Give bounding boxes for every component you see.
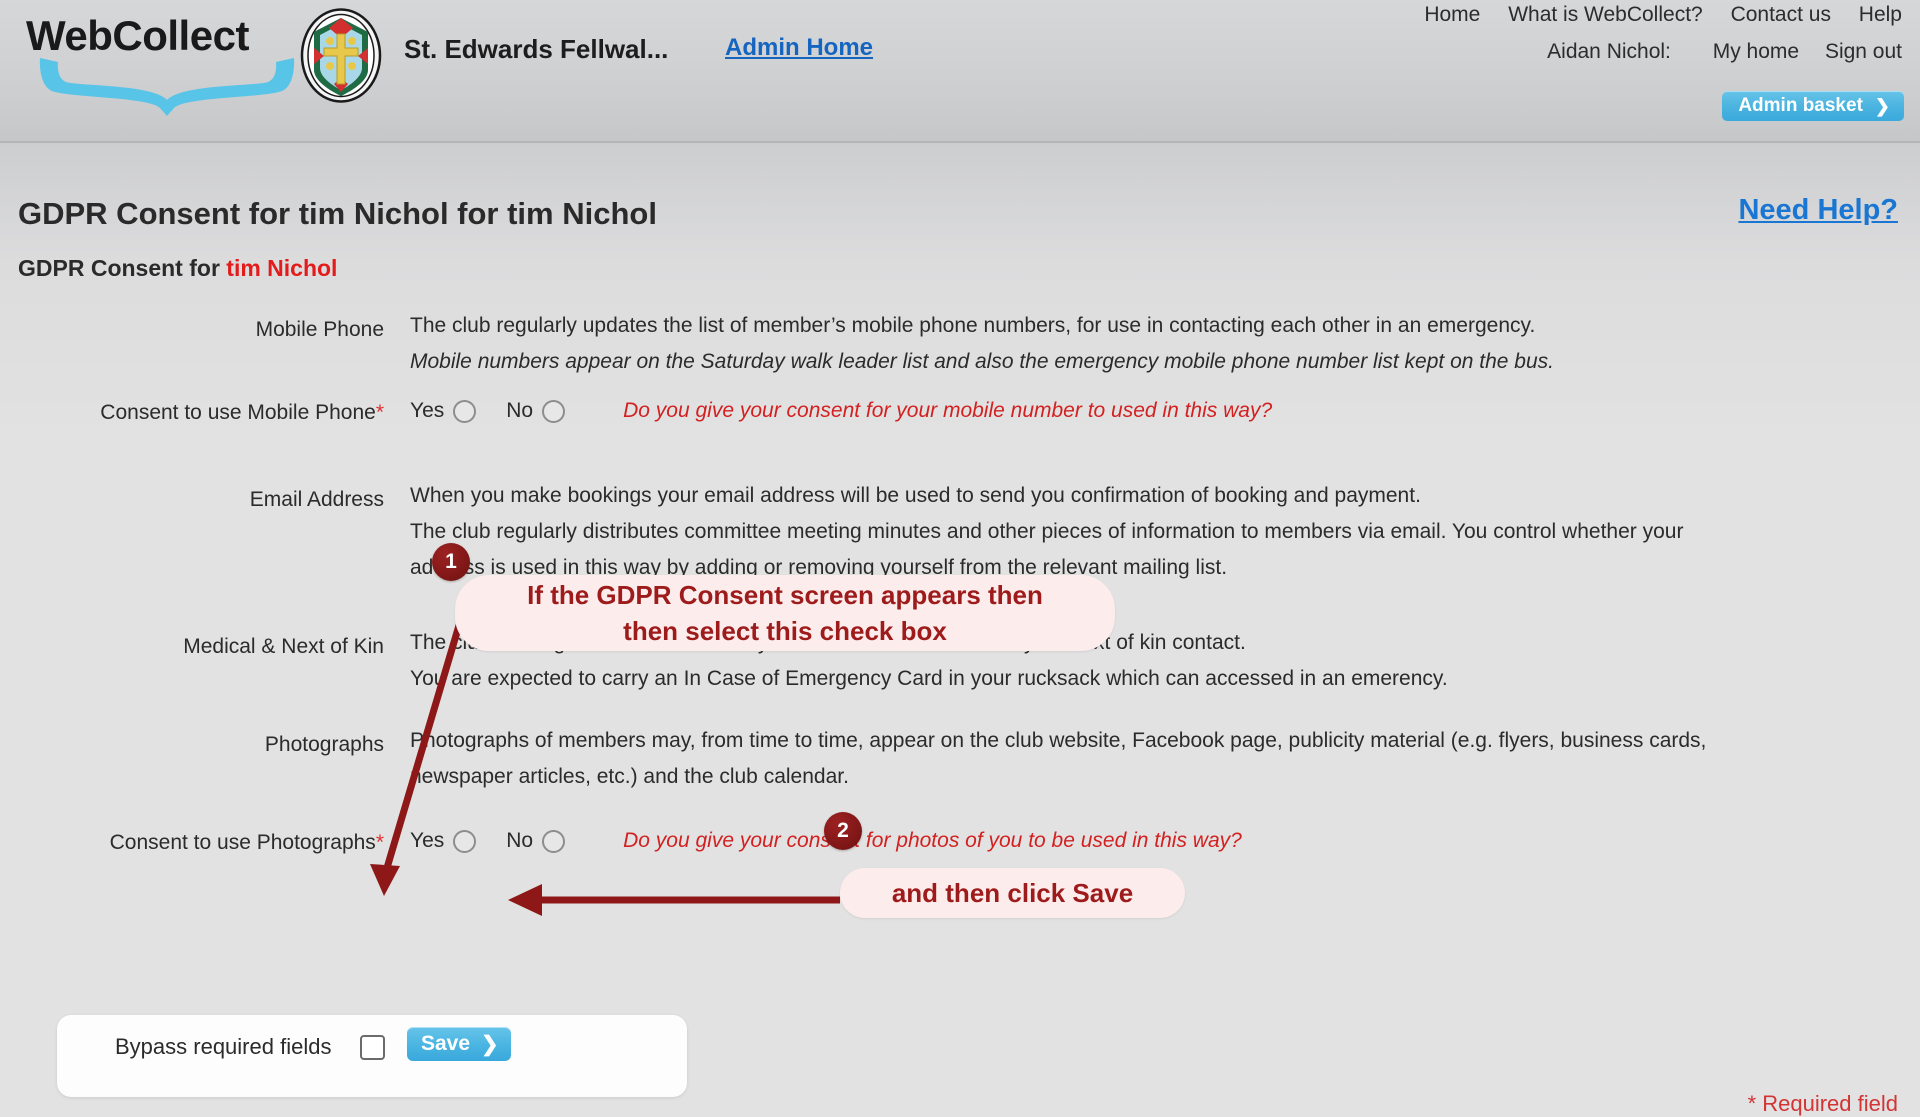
bypass-required-fields-checkbox[interactable] <box>360 1035 385 1060</box>
hint-consent-mobile: Do you give your consent for your mobile… <box>623 399 1273 422</box>
hint-consent-photographs: Do you give your consent for photos of y… <box>623 829 1242 852</box>
mobile-phone-line-2: Mobile numbers appear on the Saturday wa… <box>410 350 1554 373</box>
label-consent-photographs-text: Consent to use Photographs <box>109 831 376 854</box>
save-button[interactable]: Save ❯ <box>407 1027 511 1061</box>
page-title: GDPR Consent for tim Nichol for tim Nich… <box>18 196 657 231</box>
radio-yes-label: Yes <box>410 399 445 422</box>
annotation-badge-1: 1 <box>432 543 470 581</box>
admin-home-link[interactable]: Admin Home <box>725 34 873 62</box>
webcollect-swoosh-icon <box>39 58 295 116</box>
need-help-link[interactable]: Need Help? <box>1738 194 1898 227</box>
email-address-line-1: When you make bookings your email addres… <box>410 484 1421 507</box>
site-header: WebCollect St. Edwards Fellwal... Admin … <box>0 0 1920 143</box>
annotation-callout-2: and then click Save <box>840 868 1185 918</box>
webcollect-logo: WebCollect <box>18 8 295 116</box>
required-asterisk: * <box>375 831 384 854</box>
section-subtitle: GDPR Consent for tim Nichol <box>18 255 337 282</box>
nav-link-sign-out[interactable]: Sign out <box>1825 40 1902 63</box>
label-medical-next-of-kin: Medical & Next of Kin <box>183 635 384 658</box>
label-photographs: Photographs <box>264 733 384 756</box>
label-consent-mobile-text: Consent to use Mobile Phone <box>100 401 376 424</box>
save-button-label: Save <box>421 1032 471 1055</box>
text-photographs: Photographs of members may, from time to… <box>410 723 1706 795</box>
label-mobile-phone: Mobile Phone <box>255 318 384 341</box>
mobile-phone-line-1: The club regularly updates the list of m… <box>410 314 1536 337</box>
required-asterisk: * <box>375 401 384 424</box>
annotation-badge-2: 2 <box>824 812 862 850</box>
radio-no-label: No <box>506 399 534 422</box>
radio-consent-photographs-yes[interactable]: Yes <box>410 829 477 853</box>
nav-link-what-is-webcollect[interactable]: What is WebCollect? <box>1508 3 1703 26</box>
signed-in-user-name: Aidan Nichol: <box>1547 40 1671 63</box>
text-mobile-phone: The club regularly updates the list of m… <box>410 308 1554 380</box>
required-field-note: * Required field <box>1747 1091 1898 1116</box>
annotation-1-line-1: If the GDPR Consent screen appears then <box>527 580 1043 610</box>
label-consent-mobile: Consent to use Mobile Phone* <box>100 401 384 425</box>
club-name: St. Edwards Fellwal... <box>404 34 669 64</box>
radio-consent-mobile-yes[interactable]: Yes <box>410 399 477 423</box>
label-consent-photographs: Consent to use Photographs* <box>110 831 384 855</box>
chevron-right-icon: ❯ <box>481 1032 499 1056</box>
nav-link-home[interactable]: Home <box>1424 3 1480 26</box>
photographs-line-1: Photographs of members may, from time to… <box>410 729 1707 752</box>
text-email-address: When you make bookings your email addres… <box>410 478 1683 586</box>
radio-group-consent-mobile: Yes No Do you give your consent for your… <box>410 399 1272 423</box>
subtitle-member-name: tim Nichol <box>226 255 338 281</box>
admin-basket-label: Admin basket <box>1738 95 1863 116</box>
label-email-address: Email Address <box>249 488 384 511</box>
radio-button-icon[interactable] <box>453 399 477 423</box>
radio-button-icon[interactable] <box>542 829 566 853</box>
radio-yes-label: Yes <box>410 829 445 852</box>
annotation-1-line-2: then select this check box <box>623 616 947 646</box>
primary-nav: Home What is WebCollect? Contact us Help <box>1424 3 1902 27</box>
chevron-right-icon: ❯ <box>1874 95 1890 116</box>
radio-consent-photographs-no[interactable]: No <box>506 829 566 853</box>
club-crest-icon <box>300 8 382 103</box>
photographs-line-2: newspaper articles, etc.) and the club c… <box>410 765 849 788</box>
user-nav: Aidan Nichol: My home Sign out <box>1547 40 1902 64</box>
subtitle-prefix: GDPR Consent for <box>18 255 227 281</box>
nav-link-my-home[interactable]: My home <box>1713 40 1799 63</box>
admin-basket-button[interactable]: Admin basket ❯ <box>1722 91 1904 121</box>
nav-link-contact-us[interactable]: Contact us <box>1731 3 1831 26</box>
email-address-line-2: The club regularly distributes committee… <box>410 520 1684 543</box>
radio-button-icon[interactable] <box>453 829 477 853</box>
annotation-callout-1: If the GDPR Consent screen appears then … <box>455 575 1115 651</box>
nav-link-help[interactable]: Help <box>1859 3 1902 26</box>
radio-button-icon[interactable] <box>542 399 566 423</box>
radio-consent-mobile-no[interactable]: No <box>506 399 566 423</box>
radio-no-label: No <box>506 829 534 852</box>
webcollect-logo-text: WebCollect <box>26 12 249 59</box>
medical-line-2: You are expected to carry an In Case of … <box>410 667 1448 690</box>
